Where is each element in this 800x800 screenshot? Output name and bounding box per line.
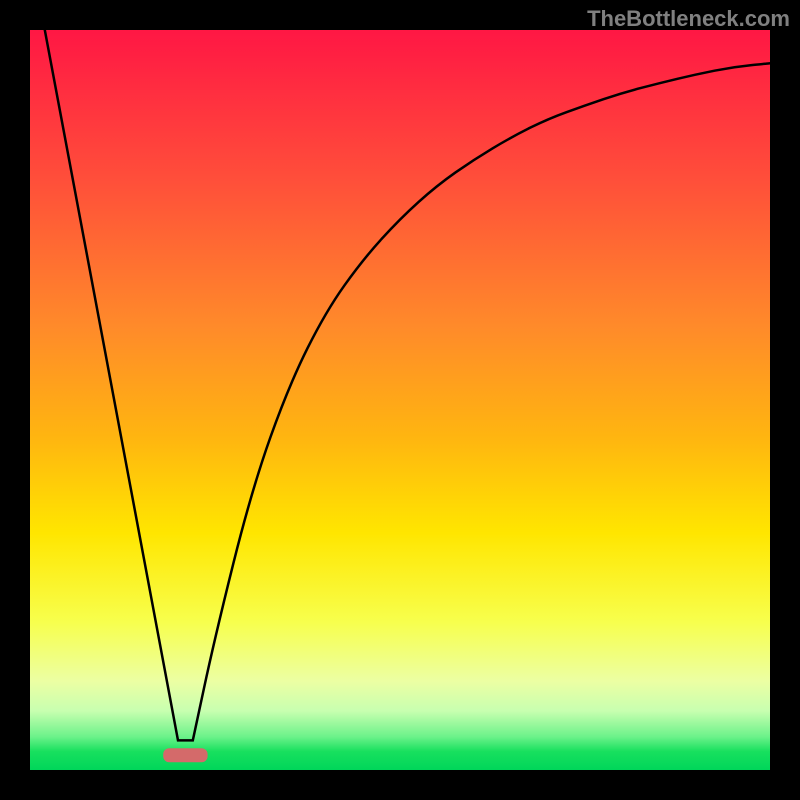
- chart-svg: [30, 30, 770, 770]
- chart-plot-area: [30, 30, 770, 770]
- chart-background: [30, 30, 770, 770]
- chart-marker: [163, 748, 207, 762]
- watermark-text: TheBottleneck.com: [587, 6, 790, 32]
